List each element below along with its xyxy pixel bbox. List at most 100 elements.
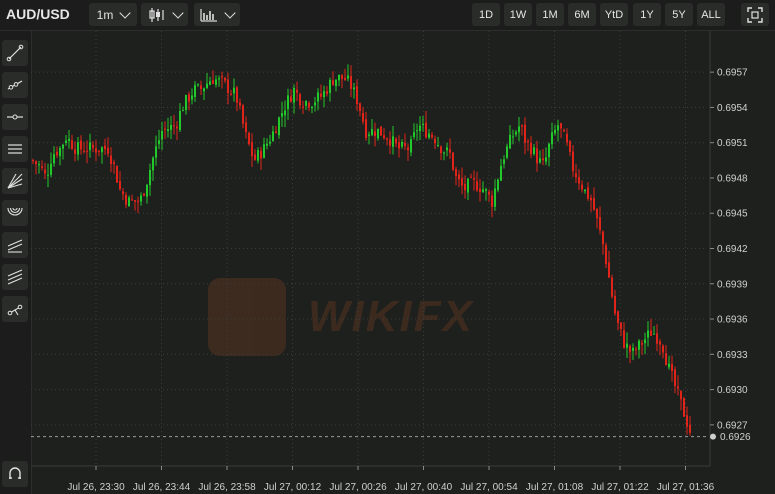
candle-body: [395, 138, 397, 144]
candle-body: [605, 244, 607, 265]
candle-body: [155, 146, 157, 158]
range-button-ytd[interactable]: YtD: [600, 3, 628, 26]
candle-body: [167, 129, 169, 132]
horizontal-line-tool[interactable]: [2, 104, 28, 130]
candle-body: [446, 147, 448, 151]
range-button-5y[interactable]: 5Y: [665, 3, 693, 26]
candle-body: [626, 343, 628, 348]
candle-body: [572, 151, 574, 172]
candle-body: [137, 200, 139, 203]
magnet-tool[interactable]: [2, 461, 28, 487]
pitchfork-tool[interactable]: [2, 296, 28, 322]
candle-body: [164, 128, 166, 130]
candle-body: [578, 176, 580, 184]
candle-body: [491, 195, 493, 207]
candle-body: [98, 150, 100, 152]
candle-body: [362, 113, 364, 122]
fib-fan-tool[interactable]: [2, 168, 28, 194]
candle-body: [176, 126, 178, 129]
candle-body: [113, 162, 115, 164]
candle-body: [194, 85, 196, 97]
candle-body: [59, 147, 61, 157]
candle-body: [428, 133, 430, 138]
parallel-channel-tool[interactable]: [2, 136, 28, 162]
candle-body: [119, 181, 121, 190]
candle-body: [197, 84, 199, 86]
candle-body: [296, 89, 298, 93]
candle-body: [614, 295, 616, 314]
interval-label: 1m: [96, 7, 114, 22]
candle-body: [128, 197, 130, 207]
candle-body: [506, 146, 508, 158]
chart-type-dropdown[interactable]: [141, 3, 188, 26]
candle-body: [515, 131, 517, 135]
fib-retracement-tool[interactable]: [2, 232, 28, 258]
y-tick-label: 0.6951: [717, 138, 748, 149]
candle-body: [41, 166, 43, 168]
drawing-tools-sidebar: [0, 31, 32, 494]
candle-body: [671, 364, 673, 372]
candle-body: [239, 102, 241, 106]
price-chart[interactable]: 0.6957 0.6954 0.6951 0.6948 0.6945 0.6942 0.69…: [31, 31, 775, 494]
candle-body: [575, 173, 577, 178]
candle-body: [359, 103, 361, 112]
range-button-1y[interactable]: 1Y: [633, 3, 661, 26]
candle-body: [71, 140, 73, 150]
y-tick-label: 0.6930: [717, 385, 748, 396]
candle-body: [302, 106, 304, 108]
range-button-1w[interactable]: 1W: [504, 3, 532, 26]
candle-body: [227, 79, 229, 93]
candle-body: [254, 154, 256, 160]
fib-arc-tool[interactable]: [2, 200, 28, 226]
candle-body: [683, 398, 685, 417]
candle-body: [209, 81, 211, 85]
candle-body: [305, 101, 307, 106]
candle-body: [665, 353, 667, 366]
fib-extension-tool[interactable]: [2, 264, 28, 290]
trend-line-tool[interactable]: [2, 40, 28, 66]
range-button-all[interactable]: ALL: [697, 3, 725, 26]
indicators-dropdown[interactable]: [194, 3, 240, 26]
fullscreen-button[interactable]: [741, 3, 769, 26]
candle-body: [269, 141, 271, 144]
candle-body: [476, 181, 478, 191]
range-button-1d[interactable]: 1D: [472, 3, 500, 26]
candle-body: [233, 87, 235, 94]
candle-body: [332, 80, 334, 86]
candle-body: [659, 341, 661, 345]
chevron-down-icon: [171, 6, 184, 19]
interval-dropdown[interactable]: 1m: [89, 3, 137, 26]
candle-body: [407, 147, 409, 151]
candle-body: [182, 110, 184, 112]
candle-body: [653, 333, 655, 335]
candle-body: [131, 199, 133, 201]
candle-body: [347, 75, 349, 79]
candle-body: [398, 142, 400, 149]
last-price-dot: [710, 433, 716, 440]
candle-body: [674, 369, 676, 387]
candle-body: [161, 130, 163, 140]
candle-body: [464, 183, 466, 191]
candle-body: [551, 132, 553, 145]
candle-body: [101, 147, 103, 153]
y-tick-label: 0.6936: [717, 315, 748, 326]
y-tick-label: 0.6927: [717, 420, 748, 431]
candle-body: [638, 340, 640, 350]
ray-tool[interactable]: [2, 72, 28, 98]
range-button-1m[interactable]: 1M: [536, 3, 564, 26]
candle-body: [485, 189, 487, 191]
fib-extension-icon: [7, 269, 23, 285]
candle-body: [569, 141, 571, 153]
candle-body: [413, 132, 415, 138]
range-button-6m[interactable]: 6M: [568, 3, 596, 26]
candle-body: [83, 150, 85, 152]
candle-body: [536, 148, 538, 164]
last-price-marker: 0.6926: [31, 432, 751, 443]
candle-body: [44, 169, 46, 174]
candle-body: [554, 129, 556, 134]
candle-body: [668, 363, 670, 368]
candle-body: [284, 110, 286, 116]
x-tick-label: Jul 26, 23:58: [198, 482, 256, 493]
candle-body: [74, 149, 76, 154]
candle-body: [479, 188, 481, 193]
